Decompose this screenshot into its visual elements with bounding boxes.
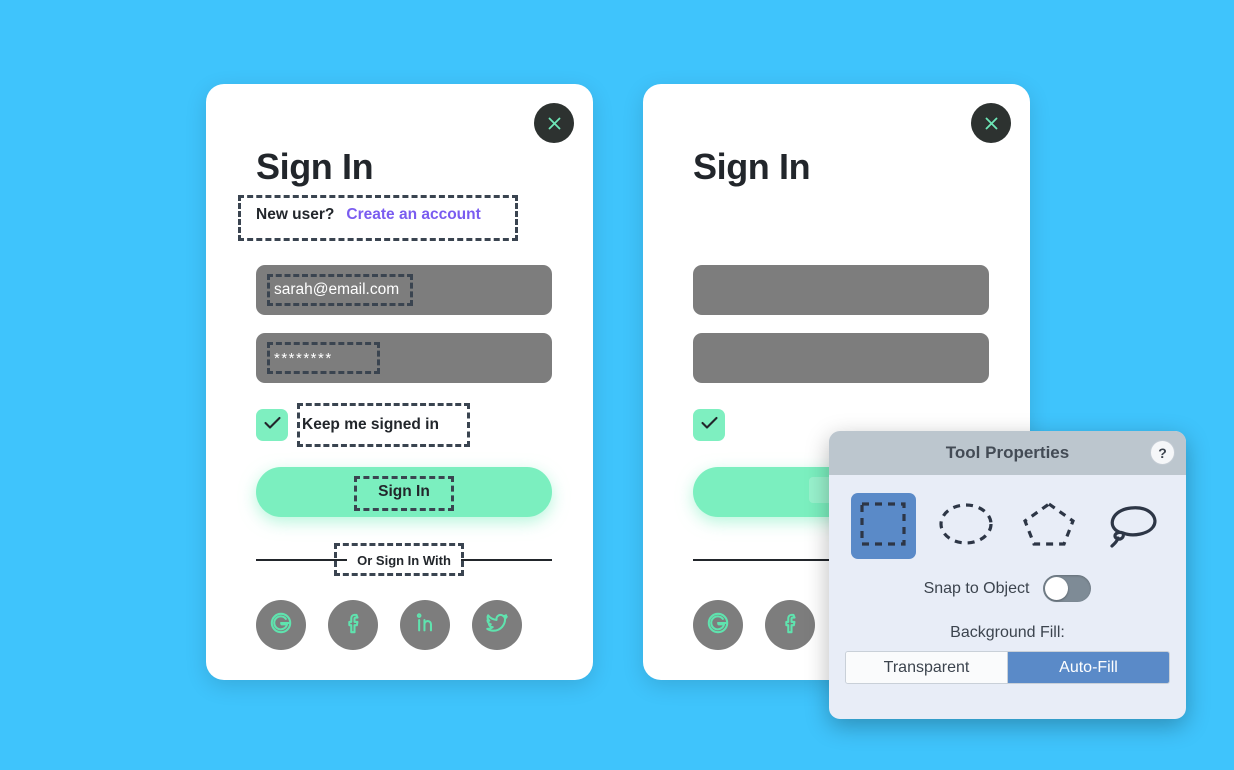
divider-label: Or Sign In With — [357, 552, 451, 568]
email-field[interactable]: sarah@email.com — [256, 265, 552, 315]
facebook-signin-button[interactable] — [328, 600, 378, 650]
close-icon — [547, 116, 562, 131]
email-field-value: sarah@email.com — [274, 281, 400, 298]
linkedin-signin-button[interactable] — [400, 600, 450, 650]
page-title-plain: Sign In — [693, 146, 811, 187]
close-button[interactable] — [534, 103, 574, 143]
background-fill-segmented-control: Transparent Auto-Fill — [845, 651, 1170, 684]
twitter-icon — [484, 610, 510, 641]
create-account-link[interactable]: Create an account — [346, 206, 480, 224]
panel-title: Tool Properties — [945, 443, 1070, 462]
selection-tools-row — [829, 475, 1186, 559]
elliptical-marquee-tool[interactable] — [934, 493, 999, 559]
check-icon — [263, 416, 281, 435]
facebook-signin-button-plain[interactable] — [765, 600, 815, 650]
new-user-label: New user? — [256, 206, 335, 223]
facebook-icon — [777, 610, 803, 641]
keep-signed-in-label: Keep me signed in — [302, 416, 439, 433]
background-fill-label: Background Fill: — [950, 624, 1065, 641]
close-icon — [984, 116, 999, 131]
signin-button[interactable]: Sign In — [256, 467, 552, 517]
polygonal-lasso-icon — [1021, 500, 1077, 553]
help-button[interactable]: ? — [1150, 440, 1175, 465]
google-icon — [705, 610, 731, 641]
panel-header: Tool Properties ? — [829, 431, 1186, 475]
new-user-row: New user? Create an account — [256, 206, 481, 224]
or-signin-divider: Or Sign In With — [256, 550, 553, 570]
facebook-icon — [340, 610, 366, 641]
divider-rule-left — [256, 559, 348, 561]
keep-signed-in-row: Keep me signed in — [256, 409, 439, 441]
toggle-knob — [1045, 577, 1069, 600]
check-icon — [700, 416, 718, 435]
snap-to-object-row: Snap to Object — [829, 575, 1186, 602]
rectangular-marquee-tool[interactable] — [851, 493, 916, 559]
fill-option-transparent[interactable]: Transparent — [846, 652, 1007, 683]
polygonal-lasso-tool[interactable] — [1017, 493, 1082, 559]
divider-rule-left-plain — [693, 559, 831, 561]
elliptical-marquee-icon — [937, 500, 995, 553]
close-button-plain[interactable] — [971, 103, 1011, 143]
snap-to-object-toggle[interactable] — [1043, 575, 1092, 602]
email-field-plain[interactable] — [693, 265, 989, 315]
google-signin-button[interactable] — [256, 600, 306, 650]
keep-signed-in-checkbox-plain[interactable] — [693, 409, 725, 441]
page-title: Sign In — [256, 146, 374, 187]
rectangular-marquee-icon — [857, 500, 909, 553]
signin-card-annotated: Sign In New user? Create an account sara… — [206, 84, 593, 680]
twitter-signin-button[interactable] — [472, 600, 522, 650]
tool-properties-panel: Tool Properties ? Snap to Object Backgro… — [829, 431, 1186, 719]
password-field[interactable]: ******** — [256, 333, 552, 383]
freehand-lasso-icon — [1103, 499, 1161, 554]
freehand-lasso-tool[interactable] — [1099, 493, 1164, 559]
password-field-value: ******** — [274, 349, 333, 367]
keep-signed-in-checkbox[interactable] — [256, 409, 288, 441]
linkedin-icon — [412, 610, 438, 641]
fill-option-auto-fill[interactable]: Auto-Fill — [1007, 652, 1169, 683]
keep-signed-in-row-plain — [693, 409, 725, 441]
google-signin-button-plain[interactable] — [693, 600, 743, 650]
snap-to-object-label: Snap to Object — [923, 579, 1030, 597]
divider-rule-right — [460, 559, 553, 561]
social-signin-row — [256, 600, 552, 650]
password-field-plain[interactable] — [693, 333, 989, 383]
google-icon — [268, 610, 294, 641]
